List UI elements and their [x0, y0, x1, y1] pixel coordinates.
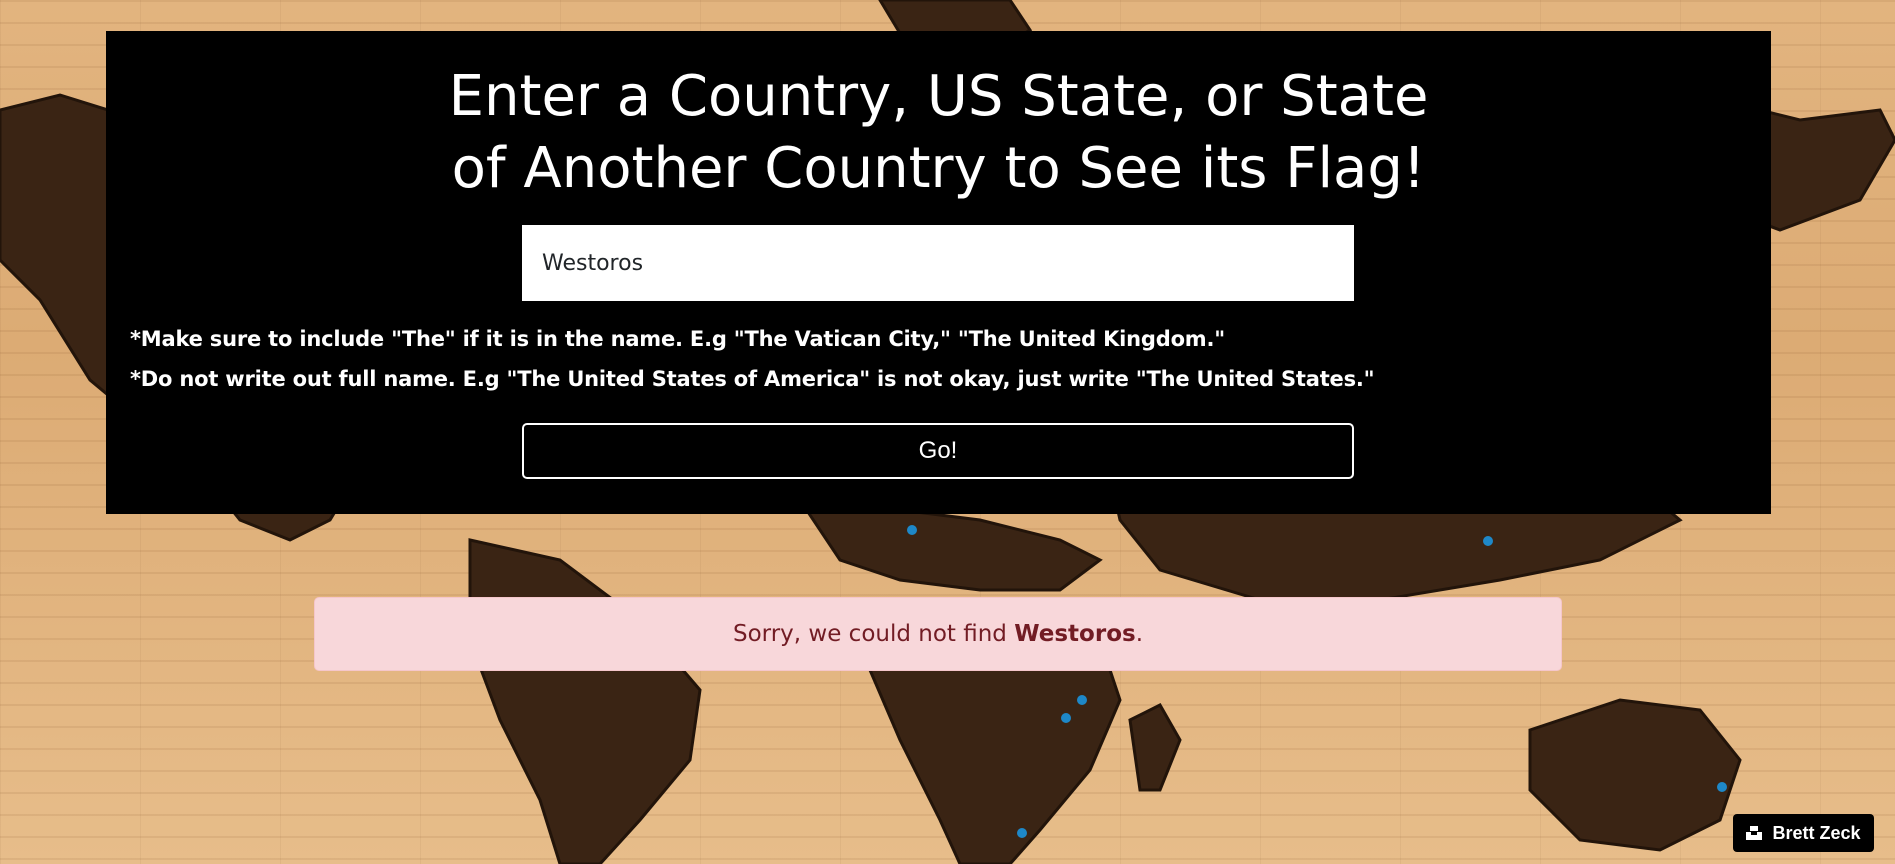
alert-search-term: Westoros — [1014, 621, 1136, 647]
page-title: Enter a Country, US State, or State of A… — [106, 61, 1771, 205]
search-card: Enter a Country, US State, or State of A… — [106, 31, 1771, 514]
page-title-line-2: of Another Country to See its Flag! — [451, 136, 1426, 201]
hint-short-name: *Do not write out full name. E.g "The Un… — [130, 367, 1375, 391]
alert-prefix: Sorry, we could not find — [732, 621, 1015, 647]
australia-shape — [1528, 698, 1742, 852]
island-shape — [1128, 703, 1182, 792]
map-pin — [1017, 828, 1027, 838]
map-pin — [1061, 713, 1071, 723]
alert-suffix: . — [1135, 621, 1143, 647]
photo-credit-badge[interactable]: Brett Zeck — [1733, 814, 1874, 852]
not-found-alert: Sorry, we could not find Westoros. — [314, 597, 1562, 671]
map-pin — [1483, 536, 1493, 546]
unsplash-camera-icon — [1746, 826, 1763, 840]
go-button[interactable]: Go! — [522, 423, 1354, 479]
map-pin — [907, 525, 917, 535]
photo-credit-author: Brett Zeck — [1772, 822, 1861, 843]
hint-include-the: *Make sure to include "The" if it is in … — [130, 327, 1225, 351]
page-title-line-1: Enter a Country, US State, or State — [448, 64, 1429, 129]
south-america-shape — [468, 538, 702, 864]
map-pin — [1717, 782, 1727, 792]
place-search-input[interactable] — [522, 225, 1354, 301]
map-pin — [1077, 695, 1087, 705]
